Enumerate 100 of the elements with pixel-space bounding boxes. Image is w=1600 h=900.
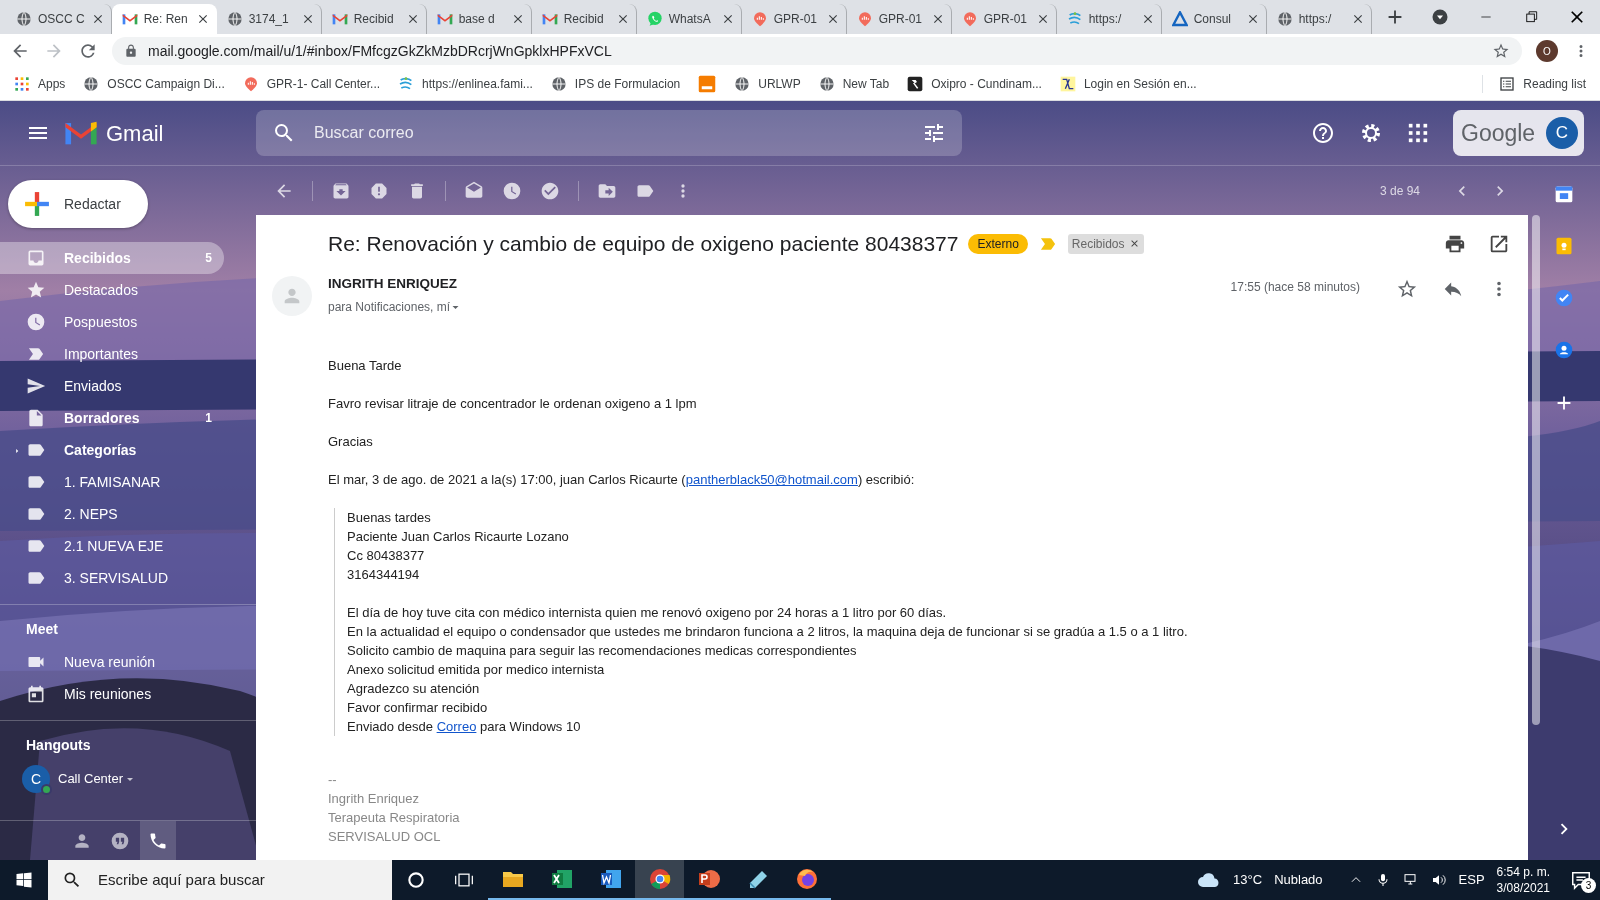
recipients-menu[interactable]: para Notificaciones, mí: [328, 298, 1231, 317]
sidebar-item[interactable]: Enviados: [0, 370, 224, 402]
folder-tag[interactable]: Recibidos: [1067, 233, 1144, 254]
sidebar-item[interactable]: Pospuestos: [0, 306, 224, 338]
envelope-icon[interactable]: [464, 180, 484, 201]
signature-text: --: [328, 771, 338, 790]
globe-icon: [16, 11, 32, 27]
mail-icon: [436, 11, 453, 27]
sidebar-item[interactable]: 3. SERVISALUD: [0, 562, 224, 594]
globe-icon: [1276, 11, 1293, 27]
bookmark[interactable]: https://enlinea.fami...: [398, 75, 533, 93]
chat-icon: [646, 11, 663, 27]
quoted-text: Solicito cambio de maquina para seguir las recomendaciones medicas correspondientes: [347, 642, 858, 661]
weather-text: Nublado: [1274, 871, 1323, 890]
quote-intro: El mar, 3 de ago. de 2021 a la(s) 17:00, juan Carlos Ricaurte (pantherblack50@hotmail.com) escribió:: [328, 471, 916, 490]
caret-icon: [452, 305, 460, 309]
account-button[interactable]: Google C: [1453, 110, 1584, 156]
search-bar[interactable]: Escribe aquí para buscar: [48, 860, 392, 900]
bookmark[interactable]: Oxipro - Cundinam...: [907, 75, 1042, 93]
quote-icon: [110, 830, 130, 851]
quoted-text: Enviado desde Correo para Windows 10: [347, 718, 582, 737]
apps-icon[interactable]: [1407, 122, 1429, 144]
quoted-text: Anexo solicitud emitida por medico internista: [347, 661, 606, 680]
quoted-text: Paciente Juan Carlos Ricaurte Lozano: [347, 528, 570, 547]
clock-icon[interactable]: [502, 180, 522, 201]
site-icon[interactable]: [698, 75, 717, 93]
clock-icon: [26, 312, 46, 332]
signature-text: Terapeuta Respiratoria: [328, 809, 461, 828]
circle-icon[interactable]: [406, 870, 426, 890]
sidebar-item[interactable]: 1. FAMISANAR: [0, 466, 224, 498]
email-subject: Re: Renovación y cambio de equipo de oxigeno paciente 80438377: [328, 231, 959, 257]
bookmark-star-icon[interactable]: [1492, 42, 1510, 60]
pin-icon: [856, 11, 873, 27]
reading-list-button[interactable]: Reading list: [1482, 75, 1586, 93]
presentation-icon: [696, 867, 721, 891]
sidebar-item[interactable]: Categorías: [0, 434, 224, 466]
body-text: Gracias: [328, 433, 374, 452]
sidebar-item[interactable]: Nueva reunión: [0, 646, 224, 678]
profile-avatar[interactable]: O: [1536, 40, 1558, 62]
search-input[interactable]: Buscar correo: [312, 120, 906, 146]
add-task-icon[interactable]: [540, 180, 560, 201]
help-icon[interactable]: [1311, 121, 1335, 145]
network-icon[interactable]: [1402, 872, 1419, 888]
globe-icon: [734, 76, 751, 92]
search-bar[interactable]: Buscar correo: [256, 110, 962, 156]
pin-icon: [961, 11, 978, 27]
quoted-text: 3164344194: [347, 566, 421, 585]
filter-icon[interactable]: [922, 121, 946, 145]
search-input[interactable]: Escribe aquí para buscar: [96, 867, 378, 893]
volume-icon[interactable]: [1430, 872, 1447, 888]
quoted-text: Cc 80438377: [347, 547, 426, 566]
search-icon: [62, 870, 82, 890]
fox-icon: [794, 867, 819, 891]
section-heading: Hangouts: [25, 736, 92, 755]
message-icon: [1570, 869, 1592, 891]
settings-icon[interactable]: [1359, 121, 1383, 145]
compose-button[interactable]: Redactar: [8, 180, 148, 228]
sidebar-item[interactable]: Borradores 1: [0, 402, 224, 434]
globe-icon: [550, 76, 567, 92]
reload-icon[interactable]: [78, 41, 98, 61]
sidebar-item[interactable]: Destacados: [0, 274, 224, 306]
taskbar-app[interactable]: [635, 860, 684, 900]
temperature-text: 13°C: [1233, 871, 1263, 890]
curve-icon: [1059, 76, 1076, 92]
plus-icon: [24, 191, 50, 217]
user-menu[interactable]: Call Center: [58, 769, 134, 789]
bookmark[interactable]: New Tab: [818, 75, 890, 93]
sidebar-item[interactable]: 2. NEPS: [0, 498, 224, 530]
gmail-logo[interactable]: Gmail: [64, 116, 164, 150]
signature-text: Ingrith Enriquez: [328, 790, 421, 809]
bookmark[interactable]: Login en Sesión en...: [1059, 75, 1197, 93]
tasks-icon[interactable]: [1554, 288, 1574, 308]
bookmark[interactable]: URLWP: [734, 75, 801, 93]
contacts-icon[interactable]: [1554, 340, 1574, 360]
sidebar-item[interactable]: Importantes: [0, 338, 224, 370]
bookmark[interactable]: GPR-1- Call Center...: [242, 75, 381, 93]
globe-icon: [226, 11, 243, 27]
language-indicator[interactable]: ESP: [1458, 870, 1485, 890]
page-count: 3 de 94: [1379, 182, 1420, 200]
notifications-button[interactable]: 3: [1570, 869, 1592, 891]
star-icon: [26, 280, 46, 300]
link[interactable]: Correo: [436, 719, 477, 735]
tab-search-icon[interactable]: [1431, 8, 1450, 26]
sidebar-tab[interactable]: [140, 820, 176, 860]
sidebar-item[interactable]: 2.1 NUEVA EJE: [0, 530, 224, 562]
apps-icon[interactable]: [14, 76, 30, 92]
bookmark[interactable]: Apps: [14, 75, 66, 93]
link[interactable]: pantherblack50@hotmail.com: [685, 472, 858, 488]
clock[interactable]: 6:54 p. m. 3/08/2021: [1496, 864, 1550, 896]
body-text: Favro revisar litraje de concentrador le ordenan oxigeno a 1 lpm: [328, 395, 698, 414]
browser-tab[interactable]: Re: Ren: [111, 4, 217, 34]
restore-icon[interactable]: [1524, 10, 1539, 24]
quoted-text: En la actualidad el equipo o condensador que ustedes me brindaron funciona a 2 litros, la maquina deja de funcionar si se gradúa a 1.5 o a 1 litro.: [347, 623, 1189, 642]
scrollbar[interactable]: [1532, 215, 1540, 725]
address-bar[interactable]: mail.google.com/mail/u/1/#inbox/FMfcgzGkZkMzbDRcrjWnGpklxHPFxVCL: [112, 37, 1522, 65]
bookmark[interactable]: IPS de Formulacion: [550, 75, 681, 93]
mail-icon: [331, 11, 348, 27]
sidebar-item[interactable]: Mis reuniones: [0, 678, 224, 710]
bookmark[interactable]: OSCC Campaign Di...: [83, 75, 225, 93]
pin-icon: [751, 11, 768, 27]
